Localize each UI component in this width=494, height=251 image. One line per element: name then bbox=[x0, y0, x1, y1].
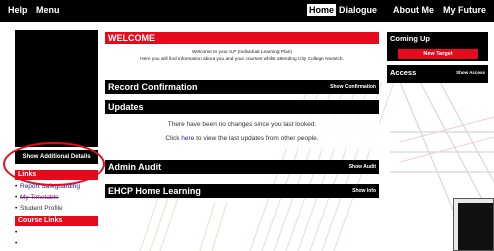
link-student-profile[interactable]: Student Profile bbox=[15, 203, 98, 214]
updates-body: There have been no changes since you las… bbox=[105, 115, 379, 149]
new-target-button[interactable]: New Target bbox=[398, 49, 478, 59]
show-access-button[interactable]: Show Access bbox=[456, 70, 485, 75]
welcome-header: WELCOME bbox=[105, 32, 379, 44]
welcome-line-1: Welcome to your ILP (Individual Learning… bbox=[191, 50, 293, 55]
profile-photo bbox=[15, 30, 98, 147]
updates-message: There have been no changes since you las… bbox=[167, 121, 317, 128]
course-link-item[interactable] bbox=[15, 238, 98, 249]
updates-header: Updates bbox=[105, 100, 379, 114]
highlight-annotation-oval bbox=[3, 142, 105, 186]
updates-rest-text: to view the last updates from other peop… bbox=[196, 135, 319, 142]
welcome-line-2: Here you will find information about you… bbox=[140, 57, 344, 62]
show-confirmation-button[interactable]: Show Confirmation bbox=[330, 80, 376, 94]
main-menu[interactable]: Menu bbox=[36, 5, 60, 15]
show-audit-button[interactable]: Show Audit bbox=[349, 160, 376, 174]
record-confirmation-title: Record Confirmation bbox=[108, 82, 198, 92]
record-confirmation-header: Record Confirmation Show Confirmation bbox=[105, 80, 379, 94]
updates-link-line: Click here to view the last updates from… bbox=[105, 135, 379, 142]
ehcp-header: EHCP Home Learning Show Info bbox=[105, 184, 379, 198]
coming-up-title: Coming Up bbox=[390, 34, 430, 43]
help-menu[interactable]: Help bbox=[8, 5, 28, 15]
nav-dialogue[interactable]: Dialogue bbox=[339, 5, 377, 15]
show-info-button[interactable]: Show Info bbox=[352, 184, 376, 198]
course-links-heading: Course Links bbox=[15, 216, 98, 226]
course-link-item[interactable] bbox=[15, 227, 98, 238]
admin-audit-title: Admin Audit bbox=[108, 162, 162, 172]
welcome-body: Welcome to your ILP (Individual Learning… bbox=[105, 46, 379, 68]
link-my-timetable[interactable]: My Timetable bbox=[15, 192, 98, 203]
top-nav-bar: Help Menu Home Dialogue About Me My Futu… bbox=[0, 0, 494, 22]
updates-here-link[interactable]: here bbox=[181, 135, 194, 142]
course-links-list bbox=[15, 227, 98, 249]
nav-my-future[interactable]: My Future bbox=[443, 5, 486, 15]
overlay-window bbox=[453, 198, 494, 251]
nav-home[interactable]: Home bbox=[307, 4, 337, 16]
updates-title: Updates bbox=[108, 102, 144, 112]
overlay-window-content bbox=[458, 203, 493, 250]
admin-audit-header: Admin Audit Show Audit bbox=[105, 160, 379, 174]
ehcp-title: EHCP Home Learning bbox=[108, 186, 201, 196]
updates-click-text: Click bbox=[165, 135, 180, 142]
access-panel: Access Show Access bbox=[387, 65, 488, 83]
access-title: Access bbox=[390, 68, 417, 77]
nav-about-me[interactable]: About Me bbox=[393, 5, 434, 15]
